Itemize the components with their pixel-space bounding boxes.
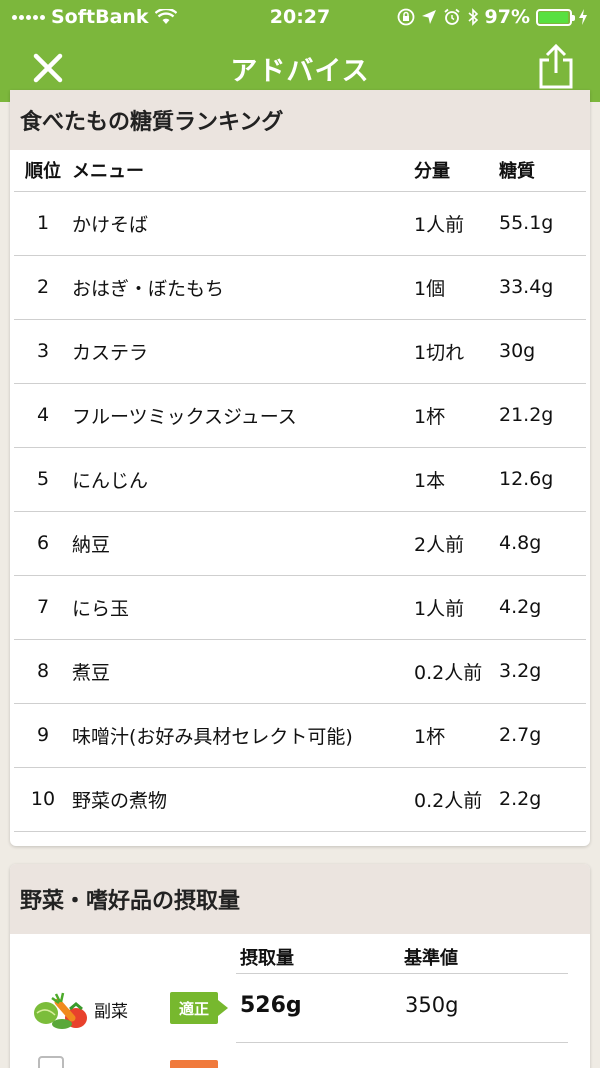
battery-percent: 97% — [484, 6, 530, 28]
col-rank-header: 順位 — [14, 150, 72, 192]
intake-row-label: 副菜 — [94, 1002, 128, 1022]
vegetable-icon — [34, 992, 87, 1029]
amount-cell: 0.2人前 — [414, 767, 499, 832]
table-row: 5 にんじん 1本 12.6g — [14, 447, 586, 512]
rank-cell: 4 — [14, 383, 72, 448]
col-menu-header: メニュー — [72, 150, 414, 192]
battery-icon — [536, 8, 575, 26]
carbs-cell: 4.8g — [499, 511, 586, 576]
ranking-table: 順位 メニュー 分量 糖質 1 かけそば 1人前 55.1g 2 おはぎ・ぼたもち 1個 33… — [14, 150, 586, 846]
amount-cell: 1人前 — [414, 191, 499, 256]
amount-cell: 1切れ — [414, 319, 499, 384]
rank-cell: 8 — [14, 639, 72, 704]
share-button[interactable] — [534, 42, 578, 92]
intake-card: 野菜・嗜好品の摂取量 摂取量 基準値 副菜 適正 526g 350g — [10, 864, 590, 1068]
ranking-card: 食べたもの糖質ランキング 順位 メニュー 分量 糖質 1 かけそば 1人前 55.1g… — [10, 90, 590, 846]
table-row: 2 おはぎ・ぼたもち 1個 33.4g — [14, 255, 586, 320]
amount-cell: 1本 — [414, 447, 499, 512]
intake-header: 摂取量 基準値 — [10, 944, 590, 974]
rank-cell: 6 — [14, 511, 72, 576]
luxury-item-icon — [38, 1056, 64, 1068]
table-row: 7 にら玉 1人前 4.2g — [14, 575, 586, 640]
table-row: 8 煮豆 0.2人前 3.2g — [14, 639, 586, 704]
col-intake-header: 摂取量 — [240, 948, 294, 969]
table-spacer-row — [14, 831, 586, 846]
rotation-lock-icon — [397, 8, 414, 26]
carbs-cell: 55.1g — [499, 191, 586, 256]
carbs-cell: 2.2g — [499, 767, 586, 832]
amount-cell: 1杯 — [414, 703, 499, 768]
status-right: 97% — [397, 6, 588, 28]
menu-cell: 納豆 — [72, 511, 414, 576]
carbs-cell: 33.4g — [499, 255, 586, 320]
carbs-cell: 4.2g — [499, 575, 586, 640]
table-row: 4 フルーツミックスジュース 1杯 21.2g — [14, 383, 586, 448]
status-left: SoftBank — [12, 6, 177, 28]
wifi-icon — [154, 9, 177, 24]
menu-cell: にら玉 — [72, 575, 414, 640]
close-button[interactable] — [28, 48, 68, 88]
standard-value: 350g — [405, 993, 459, 1017]
table-row: 3 カステラ 1切れ 30g — [14, 319, 586, 384]
carbs-cell: 12.6g — [499, 447, 586, 512]
rank-cell: 10 — [14, 767, 72, 832]
amount-cell: 1個 — [414, 255, 499, 320]
carrier-label: SoftBank — [51, 6, 149, 28]
amount-cell: 0.2人前 — [414, 639, 499, 704]
carbs-cell: 2.7g — [499, 703, 586, 768]
alarm-icon — [443, 8, 460, 25]
carbs-cell: 30g — [499, 319, 586, 384]
status-badge: 適正 — [170, 992, 228, 1024]
rank-cell: 3 — [14, 319, 72, 384]
col-amount-header: 分量 — [414, 150, 499, 192]
share-icon — [539, 44, 573, 89]
menu-cell: かけそば — [72, 191, 414, 256]
rank-cell: 2 — [14, 255, 72, 320]
rank-cell: 9 — [14, 703, 72, 768]
page-title: アドバイス — [230, 55, 370, 87]
ranking-header-row: 順位 メニュー 分量 糖質 — [14, 150, 586, 192]
amount-cell: 1人前 — [414, 575, 499, 640]
bluetooth-icon — [467, 8, 478, 26]
table-row: 1 かけそば 1人前 55.1g — [14, 191, 586, 256]
carbs-cell: 21.2g — [499, 383, 586, 448]
rank-cell: 7 — [14, 575, 72, 640]
menu-cell: 煮豆 — [72, 639, 414, 704]
close-icon — [33, 53, 63, 83]
rank-cell: 5 — [14, 447, 72, 512]
menu-cell: おはぎ・ぼたもち — [72, 255, 414, 320]
table-row: 9 味噌汁(お好み具材セレクト可能) 1杯 2.7g — [14, 703, 586, 768]
table-row: 10 野菜の煮物 0.2人前 2.2g — [14, 767, 586, 832]
col-standard-header: 基準値 — [404, 948, 458, 969]
charging-icon — [579, 9, 587, 25]
menu-cell: にんじん — [72, 447, 414, 512]
amount-cell: 2人前 — [414, 511, 499, 576]
rank-cell: 1 — [14, 191, 72, 256]
location-icon — [421, 10, 436, 24]
table-row: 6 納豆 2人前 4.8g — [14, 511, 586, 576]
divider — [236, 1042, 568, 1043]
menu-cell: 野菜の煮物 — [72, 767, 414, 832]
amount-cell: 1杯 — [414, 383, 499, 448]
intake-value: 526g — [240, 993, 302, 1018]
intake-title: 野菜・嗜好品の摂取量 — [10, 864, 590, 934]
ranking-title: 食べたもの糖質ランキング — [10, 90, 590, 150]
signal-icon — [12, 14, 45, 20]
menu-cell: フルーツミックスジュース — [72, 383, 414, 448]
status-badge-partial — [170, 1060, 218, 1068]
col-carbs-header: 糖質 — [499, 150, 586, 192]
menu-cell: 味噌汁(お好み具材セレクト可能) — [72, 703, 414, 768]
intake-row[interactable]: 副菜 適正 526g 350g — [10, 974, 590, 1044]
status-bar: SoftBank 20:27 97% — [0, 0, 600, 34]
menu-cell: カステラ — [72, 319, 414, 384]
carbs-cell: 3.2g — [499, 639, 586, 704]
